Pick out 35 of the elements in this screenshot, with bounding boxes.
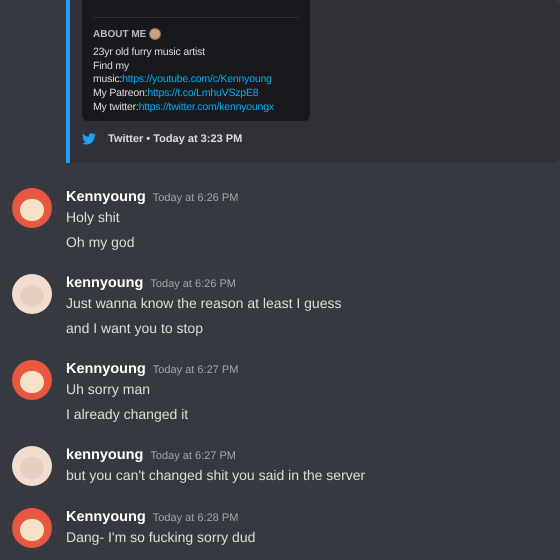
message-text: Just wanna know the reason at least I guess: [66, 294, 342, 313]
timestamp: Today at 6:26 PM: [152, 191, 238, 206]
avatar[interactable]: [12, 508, 52, 548]
message-text: Holy shit: [66, 208, 121, 227]
username[interactable]: Kennyoung: [66, 359, 146, 381]
message-text: I already changed it: [66, 405, 190, 424]
username[interactable]: Kennyoung: [66, 507, 146, 529]
message-text: but you can't changed shit you said in the server: [66, 466, 366, 485]
avatar[interactable]: [12, 446, 52, 486]
message-text: and I want you to stop: [66, 319, 204, 338]
avatar[interactable]: [12, 188, 52, 228]
bio-text: 23yr old furry music artist: [93, 46, 206, 60]
timestamp: Today at 6:28 PM: [152, 511, 238, 526]
emoji-icon: [149, 28, 162, 40]
bio-text: My twitter:https://twitter.com/kennyoungx: [93, 100, 275, 115]
bio-text: My Patreon:https://t.co/LmhuVSzpE8: [93, 87, 260, 101]
username[interactable]: kennyoung: [66, 445, 144, 467]
bio-text: Find my: [93, 60, 130, 74]
section-heading: ABOUT ME: [93, 28, 146, 42]
message-text: Uh sorry man: [66, 380, 152, 399]
link[interactable]: https://youtube.com/c/Kennyoung: [122, 73, 272, 86]
timestamp: Today at 6:26 PM: [150, 277, 236, 292]
username[interactable]: Kennyoung: [66, 187, 146, 209]
username[interactable]: kennyoung: [66, 273, 144, 295]
avatar[interactable]: [12, 360, 52, 400]
bio-text: music:https://youtube.com/c/Kennyoung: [93, 73, 273, 88]
message-text: Dang- I'm so fucking sorry dud: [66, 528, 256, 547]
timestamp: Today at 6:27 PM: [150, 449, 236, 464]
timestamp: Today at 6:27 PM: [152, 363, 238, 378]
embed-footer: Twitter • Today at 3:23 PM: [108, 130, 242, 148]
message-text: Oh my god: [66, 233, 136, 252]
link[interactable]: https://t.co/LmhuVSzpE8: [147, 87, 258, 100]
avatar[interactable]: [12, 274, 52, 314]
bird-icon: [82, 133, 96, 145]
link[interactable]: https://twitter.com/kennyoungx: [138, 100, 274, 113]
